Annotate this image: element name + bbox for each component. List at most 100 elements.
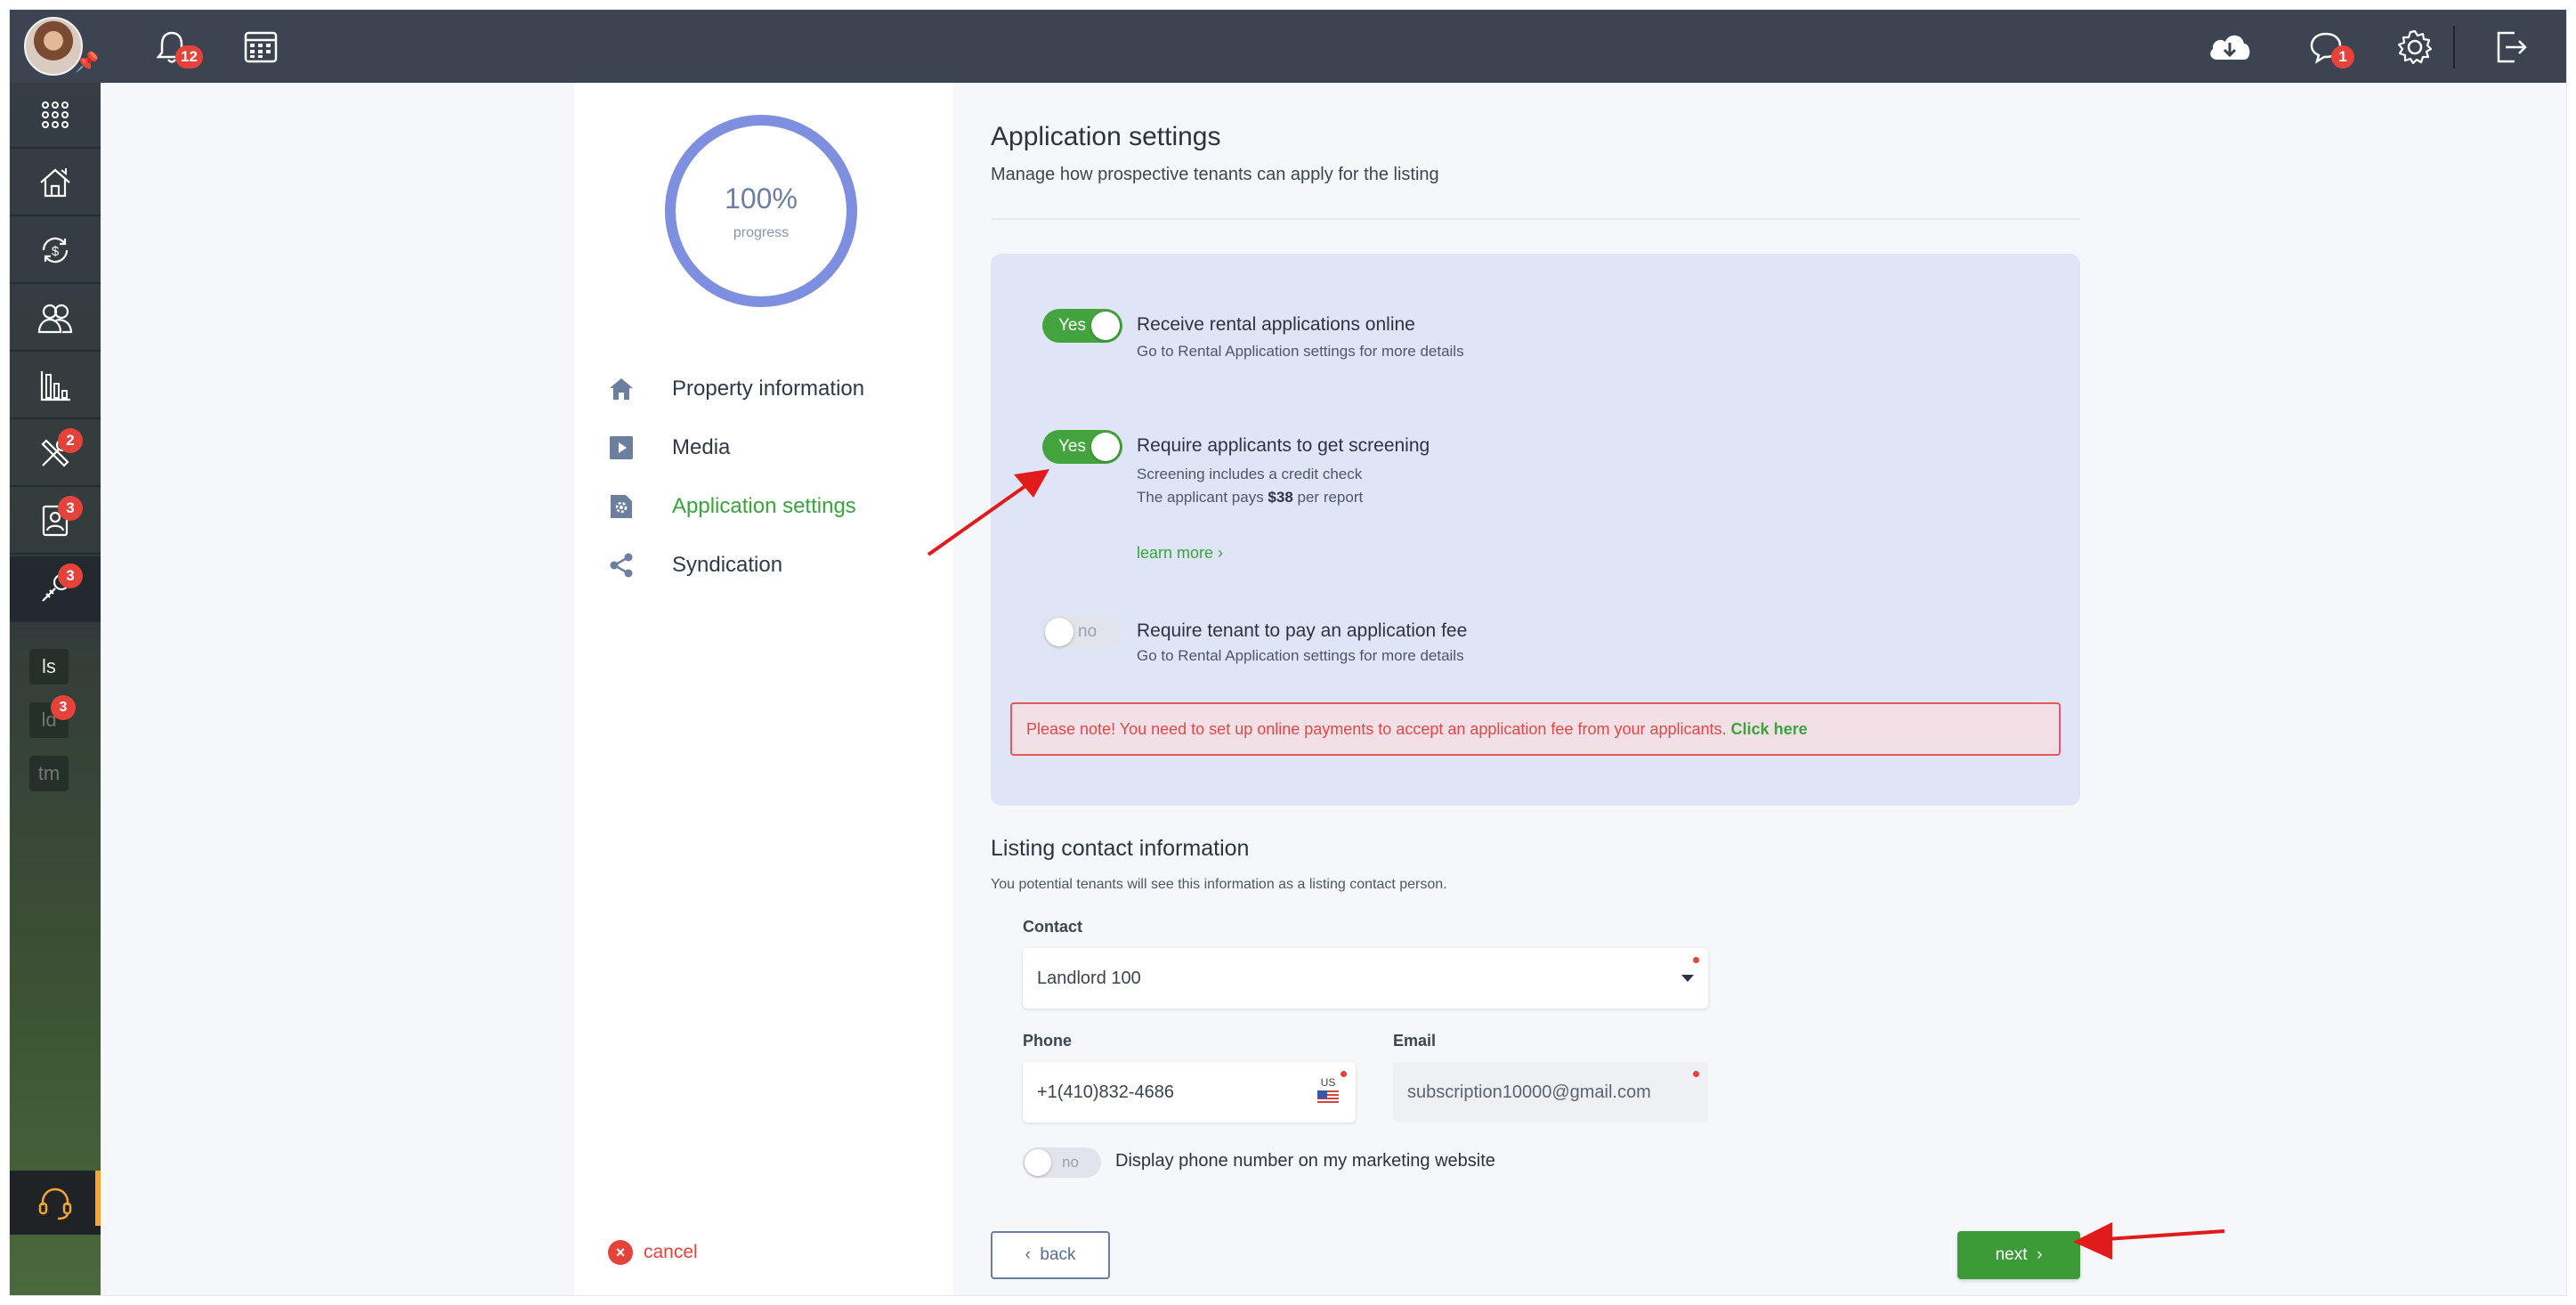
chevron-left-icon: ‹ (1025, 1245, 1031, 1264)
chevron-right-icon: › (2037, 1245, 2043, 1264)
step-syndication[interactable]: Syndication (606, 547, 782, 583)
setting-description: Screening includes a credit check (1137, 466, 1363, 482)
house-icon (40, 168, 70, 198)
sidebar-item-tools[interactable]: 3 (10, 556, 101, 622)
receive-online-toggle[interactable]: Yes (1042, 309, 1122, 343)
back-button[interactable]: ‹ back (991, 1231, 1110, 1279)
cancel-label: cancel (644, 1242, 698, 1262)
setting-title: Require tenant to pay an application fee (1137, 620, 1468, 641)
learn-more-link[interactable]: learn more › (1137, 544, 1223, 563)
country-selector[interactable]: US (1316, 1076, 1340, 1105)
contact-value: Landlord 100 (1037, 969, 1141, 988)
money-cycle-icon: $ (42, 237, 69, 263)
step-label: Property information (672, 377, 865, 401)
messages-badge: 1 (2331, 45, 2354, 69)
tools-badge: 3 (58, 563, 83, 588)
sidebar: $ 2 3 3 ls ld 3 tm (10, 83, 101, 1295)
setting-title: Receive rental applications online (1137, 314, 1415, 335)
display-phone-toggle[interactable]: no (1023, 1147, 1101, 1178)
sidebar-item-applications[interactable]: 3 (10, 489, 101, 555)
step-property-information[interactable]: Property information (606, 371, 864, 407)
sidebar-item-people[interactable] (10, 286, 101, 352)
support-button[interactable] (10, 1171, 101, 1235)
contact-section-title: Listing contact information (991, 836, 1250, 861)
calendar-icon[interactable] (241, 28, 280, 67)
us-flag-icon (1317, 1090, 1339, 1105)
app-window: 📌 12 1 $ 2 3 3 ls ld 3 tm 100% progress … (9, 9, 2567, 1296)
sidebar-item-accounting[interactable]: $ (10, 218, 101, 284)
contact-select[interactable]: Landlord 100 (1023, 948, 1708, 1009)
cancel-button[interactable]: × cancel (608, 1240, 698, 1265)
email-field[interactable]: subscription10000@gmail.com (1393, 1062, 1708, 1123)
step-label: Syndication (672, 553, 783, 577)
email-value: subscription10000@gmail.com (1407, 1082, 1651, 1102)
applications-badge: 3 (58, 496, 83, 521)
maintenance-badge: 2 (58, 428, 83, 453)
close-icon: × (608, 1240, 633, 1265)
screening-price: The applicant pays $38 per report (1137, 489, 1364, 506)
required-indicator (1341, 1071, 1347, 1077)
phone-input[interactable]: +1(410)832-4686 US (1023, 1062, 1356, 1123)
wizard-steps-panel: 100% progress Property information Media… (574, 83, 953, 1295)
toggle-label: Yes (1058, 316, 1086, 335)
page-subtitle: Manage how prospective tenants can apply… (991, 165, 1439, 184)
apps-grid-icon (42, 101, 69, 128)
setting-description: Go to Rental Application settings for mo… (1137, 647, 1464, 664)
gear-icon[interactable] (2395, 28, 2434, 67)
toggle-knob (1025, 1149, 1051, 1176)
phone-value: +1(410)832-4686 (1037, 1082, 1175, 1102)
share-icon (606, 550, 636, 580)
bar-chart-icon (40, 371, 70, 401)
progress-label: progress (733, 225, 790, 240)
cloud-download-icon[interactable] (2205, 28, 2255, 67)
next-label: next (1995, 1245, 2028, 1264)
sidebar-item-reports[interactable] (10, 353, 101, 419)
setting-title: Require applicants to get screening (1137, 435, 1430, 456)
headset-icon (38, 1187, 72, 1220)
divider (991, 218, 2080, 220)
page-title: Application settings (991, 122, 1221, 151)
application-fee-toggle[interactable]: no (1042, 615, 1122, 649)
settings-file-icon (606, 491, 636, 522)
svg-text:$: $ (52, 244, 60, 259)
toggle-knob (1045, 618, 1073, 646)
payment-warning-note: Please note! You need to set up online p… (1010, 702, 2061, 756)
back-label: back (1040, 1245, 1076, 1264)
toggle-knob (1091, 433, 1120, 461)
toolbar-divider (2453, 26, 2455, 69)
screening-amount: $38 (1268, 489, 1293, 506)
click-here-link[interactable]: Click here (1731, 720, 1808, 738)
required-indicator (1693, 1071, 1699, 1077)
pin-icon[interactable]: 📌 (74, 49, 101, 76)
step-label: Application settings (672, 494, 856, 518)
display-phone-label: Display phone number on my marketing web… (1115, 1151, 1495, 1171)
toggle-label: no (1062, 1154, 1079, 1171)
email-label: Email (1393, 1032, 1437, 1050)
step-media[interactable]: Media (606, 430, 730, 466)
toggle-label: no (1078, 622, 1098, 641)
sidebar-item-properties[interactable] (10, 150, 101, 216)
tag-ls[interactable]: ls (29, 649, 69, 685)
require-screening-toggle[interactable]: Yes (1042, 430, 1122, 464)
step-application-settings[interactable]: Application settings (606, 489, 856, 524)
main-content: Application settings Manage how prospect… (953, 83, 2080, 1295)
users-icon (37, 304, 73, 334)
sidebar-item-apps[interactable] (10, 83, 101, 149)
application-settings-panel: Yes Receive rental applications online G… (991, 254, 2080, 806)
logout-icon[interactable] (2491, 28, 2531, 67)
chevron-down-icon (1681, 975, 1694, 982)
tag-tm[interactable]: tm (29, 756, 69, 791)
phone-label: Phone (1023, 1032, 1073, 1050)
notifications-badge: 12 (175, 45, 203, 69)
toggle-label: Yes (1058, 437, 1086, 456)
sidebar-item-maintenance[interactable]: 2 (10, 421, 101, 487)
top-bar: 📌 12 1 (10, 10, 2566, 83)
next-button[interactable]: next › (1957, 1231, 2080, 1279)
arrow-to-next-button (2073, 1222, 2225, 1260)
support-accent (95, 1171, 101, 1226)
country-code: US (1320, 1076, 1336, 1089)
media-icon (606, 433, 636, 463)
tag-ld-badge: 3 (51, 695, 76, 720)
step-label: Media (672, 435, 731, 459)
required-indicator (1693, 957, 1699, 963)
